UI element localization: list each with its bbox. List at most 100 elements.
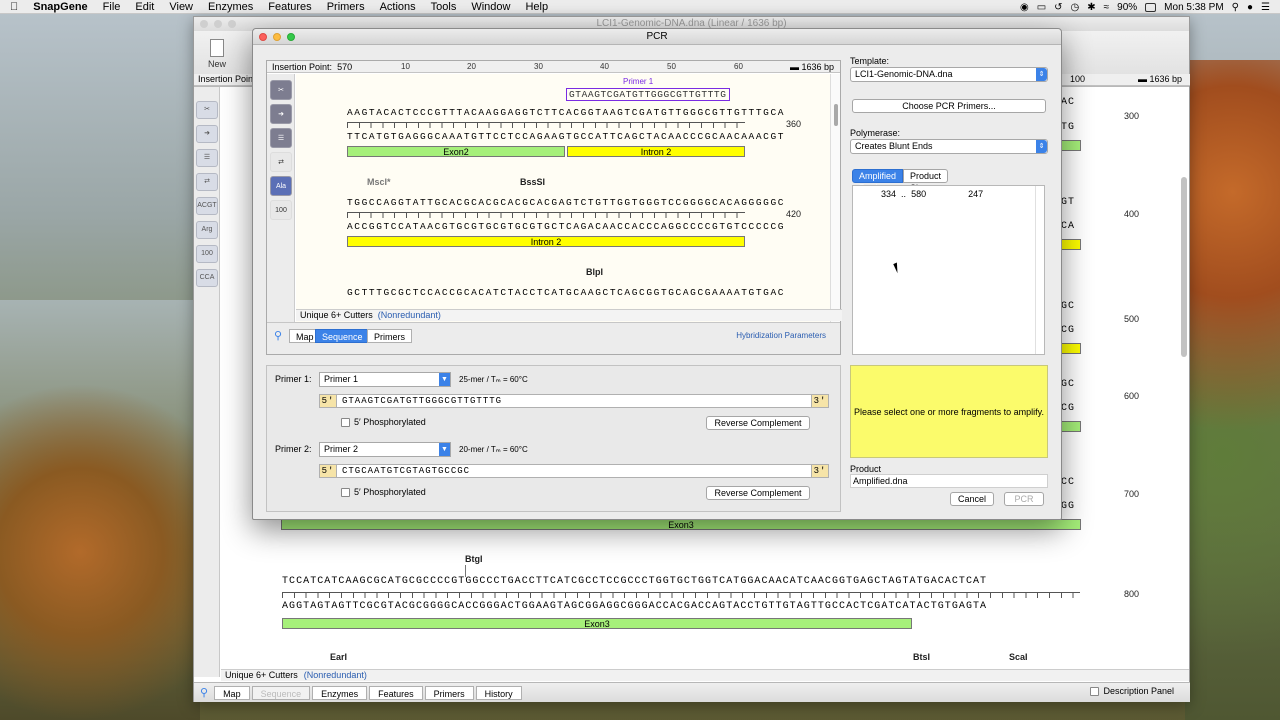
primer2-select[interactable]: Primer 2 ▼ <box>319 442 451 457</box>
tab-history[interactable]: History <box>475 685 522 700</box>
intron2-feature-a[interactable]: Intron 2 <box>567 146 745 157</box>
menu-features[interactable]: Features <box>268 1 311 13</box>
primer1-reverse-complement-button[interactable]: Reverse Complement <box>706 416 810 430</box>
amplified-region-tab[interactable]: Amplified Region <box>852 169 904 193</box>
primer1-sequence[interactable]: GTAAGTCGATGTTGGGCGTTGTTTG <box>342 396 502 406</box>
menu-window[interactable]: Window <box>471 1 510 13</box>
pcr-sequence-scrollbar[interactable] <box>830 74 840 322</box>
apple-icon[interactable]:  <box>10 1 18 13</box>
enzyme-btsI[interactable]: BtsI <box>913 652 930 662</box>
ruler-100-tool-icon[interactable]: 100 <box>196 245 218 263</box>
close-button[interactable] <box>200 20 208 28</box>
ruler-tool-icon[interactable]: 100 <box>270 200 292 220</box>
exon3-top-feature[interactable]: Exon3 <box>281 519 1081 530</box>
seq2-bottom[interactable]: ACCGGTCCATAACGTGCGTGCGTGCGTGCTCAGACAACCA… <box>347 221 785 232</box>
partial-feature-4[interactable] <box>1059 421 1081 432</box>
tab-primers[interactable]: Primers <box>424 685 474 700</box>
primer2-phos-checkbox[interactable] <box>341 487 350 497</box>
doc-sequence-top[interactable]: TCCATCATCAAGCGCATGCGCCCCGTGGCCCTGACCTTCA… <box>282 576 987 587</box>
menu-app[interactable]: SnapGene <box>33 1 87 13</box>
primer2-reverse-complement-button[interactable]: Reverse Complement <box>706 486 810 500</box>
enzyme-set-label[interactable]: Unique 6+ Cutters <box>225 670 298 680</box>
intron2-feature-b[interactable]: Intron 2 <box>347 236 745 247</box>
translation-tool-icon[interactable]: Arg <box>196 221 218 239</box>
choose-pcr-primers-button[interactable]: Choose PCR Primers... <box>852 99 1046 113</box>
scissors-tool-icon[interactable]: ✂ <box>196 101 218 119</box>
menu-view[interactable]: View <box>169 1 193 13</box>
amplified-region-list[interactable]: 334 .. 580 247 <box>852 185 1045 355</box>
lines-tool-icon[interactable]: ☰ <box>270 128 292 148</box>
partial-feature-3[interactable] <box>1059 343 1081 354</box>
wifi-icon[interactable]: ≈ <box>1104 2 1110 13</box>
airplay-icon[interactable]: ▭ <box>1037 2 1046 13</box>
document-scrollbar[interactable] <box>1181 177 1187 357</box>
product-size-tab[interactable]: Product Size (bp) <box>903 169 949 205</box>
seq1-bottom[interactable]: TTCATGTGAGGGCAAATGTTCCTCCAGAAGTGCCATTCAG… <box>347 131 785 142</box>
siri-icon[interactable]: ● <box>1247 2 1253 13</box>
enzyme-blpI[interactable]: BlpI <box>586 267 603 277</box>
pcr-zoom-button[interactable] <box>287 33 295 41</box>
product-name-field[interactable]: Amplified.dna <box>850 474 1048 488</box>
spotlight-icon[interactable]: ⚲ <box>1232 2 1239 13</box>
enzyme-earI[interactable]: EarI <box>330 652 347 662</box>
lines-tool-icon[interactable]: ☰ <box>196 149 218 167</box>
pcr-enzyme-set-label[interactable]: Unique 6+ Cutters <box>300 310 373 320</box>
scissors-tool-icon[interactable]: ✂ <box>270 80 292 100</box>
seq1-top[interactable]: AAGTACACTCCCGTTTACAAGGAGGTCTTCACGGTAAGTC… <box>347 107 785 118</box>
menu-enzymes[interactable]: Enzymes <box>208 1 253 13</box>
tab-features[interactable]: Features <box>369 685 423 700</box>
primer2-sequence[interactable]: CTGCAATGTCGTAGTGCCGC <box>342 466 470 476</box>
time-machine-icon[interactable]: ↺ <box>1054 2 1062 13</box>
seq2-top[interactable]: TGGCCAGGTATTGCACGCACGCACGCACGAGTCTGTTGGT… <box>347 197 785 208</box>
pcr-tab-sequence[interactable]: Sequence <box>315 329 370 343</box>
pcr-close-button[interactable] <box>259 33 267 41</box>
tab-sequence[interactable]: Sequence <box>251 685 311 700</box>
description-panel-checkbox[interactable] <box>1090 686 1100 696</box>
exon2-feature[interactable]: Exon2 <box>347 146 565 157</box>
menu-actions[interactable]: Actions <box>380 1 416 13</box>
primer2-phosphorylated[interactable]: 5′ Phosphorylated <box>341 487 426 497</box>
zoom-button[interactable] <box>228 20 236 28</box>
menu-help[interactable]: Help <box>525 1 548 13</box>
exon3-feature[interactable]: Exon3 <box>282 618 912 629</box>
menubar-clock[interactable]: Mon 5:38 PM <box>1164 2 1223 13</box>
notification-center-icon[interactable]: ☰ <box>1261 2 1270 13</box>
primer-tool-icon[interactable]: ⇄ <box>196 173 218 191</box>
codon-tool-icon[interactable]: CCA <box>196 269 218 287</box>
region-row[interactable]: 334 .. 580 247 <box>881 189 983 199</box>
primer1-select[interactable]: Primer 1 ▼ <box>319 372 451 387</box>
pcr-button[interactable]: PCR <box>1004 492 1044 506</box>
menu-primers[interactable]: Primers <box>327 1 365 13</box>
enzyme-scaI[interactable]: ScaI <box>1009 652 1028 662</box>
menu-file[interactable]: File <box>103 1 121 13</box>
menu-edit[interactable]: Edit <box>135 1 154 13</box>
menu-tools[interactable]: Tools <box>431 1 457 13</box>
battery-percent[interactable]: 90% <box>1117 2 1137 13</box>
record-icon[interactable]: ◉ <box>1020 2 1029 13</box>
primer1-phosphorylated[interactable]: 5′ Phosphorylated <box>341 417 426 427</box>
primer1-phos-checkbox[interactable] <box>341 417 350 427</box>
primer-tool-icon[interactable]: ⇄ <box>270 152 292 172</box>
partial-feature-1[interactable] <box>1059 140 1081 151</box>
primer2-sequence-field[interactable]: 5′ CTGCAATGTCGTAGTGCCGC 3′ <box>319 464 829 478</box>
description-panel-toggle[interactable]: Description Panel <box>1090 686 1174 696</box>
pcr-zoom-icon[interactable]: ⚲ <box>274 329 282 342</box>
template-select[interactable]: LCI1-Genomic-DNA.dna ⇕ <box>850 67 1048 82</box>
nonredundant-label[interactable]: (Nonredundant) <box>304 670 367 680</box>
arrow-feature-tool-icon[interactable]: ➜ <box>270 104 292 124</box>
arrow-feature-tool-icon[interactable]: ➜ <box>196 125 218 143</box>
zoom-icon[interactable]: ⚲ <box>200 686 208 699</box>
pcr-minimize-button[interactable] <box>273 33 281 41</box>
clock-icon[interactable]: ◷ <box>1071 2 1080 13</box>
translation-tool-icon[interactable]: Ala <box>270 176 292 196</box>
pcr-tab-primers[interactable]: Primers <box>367 329 412 343</box>
polymerase-select[interactable]: Creates Blunt Ends ⇕ <box>850 139 1048 154</box>
tab-enzymes[interactable]: Enzymes <box>312 685 368 700</box>
pcr-sequence-view[interactable]: Primer 1 GTAAGTCGATGTTGGGCGTTGTTTG AAGTA… <box>296 74 831 322</box>
primer1-annotation[interactable]: GTAAGTCGATGTTGGGCGTTGTTTG <box>566 88 730 101</box>
enzyme-bssSI[interactable]: BssSI <box>520 177 545 187</box>
partial-feature-2[interactable] <box>1059 239 1081 250</box>
bluetooth-icon[interactable]: ✱ <box>1087 2 1095 13</box>
seq3-top[interactable]: GCTTTGCGCTCCACCGCACATCTACCTCATGCAAGCTCAG… <box>347 287 785 298</box>
acgt-tool-icon[interactable]: ACGT <box>196 197 218 215</box>
